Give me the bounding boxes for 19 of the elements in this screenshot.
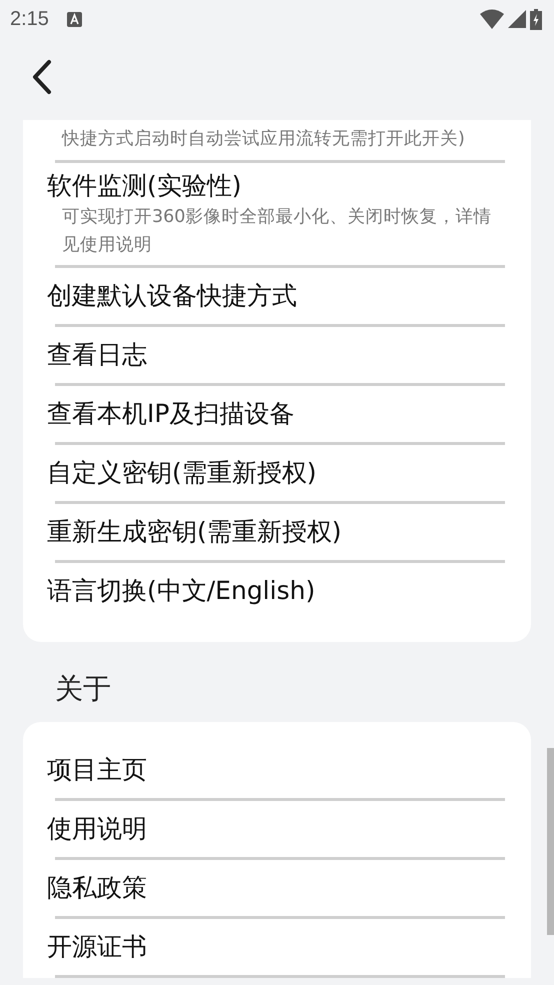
battery-icon	[530, 8, 542, 30]
settings-item[interactable]: 创建默认设备快捷方式	[47, 279, 531, 313]
settings-item[interactable]: 查看日志	[47, 338, 531, 372]
settings-item[interactable]: 重新生成密钥(需重新授权)	[47, 515, 531, 549]
status-time: 2:15	[10, 8, 49, 30]
keyboard-notification-icon	[66, 12, 82, 26]
section-header: 关于	[54, 671, 112, 707]
settings-item[interactable]: 项目主页	[47, 753, 531, 787]
wifi-icon	[480, 9, 504, 29]
settings-item[interactable]: 隐私政策	[47, 871, 531, 905]
item-description: 可实现打开360影像时全部最小化、关闭时恢复，详情见使用说明	[61, 206, 492, 257]
settings-item[interactable]: 自定义密钥(需重新授权)	[47, 456, 531, 490]
settings-item[interactable]: 软件监测(实验性)	[47, 169, 531, 203]
settings-item[interactable]: 查看本机IP及扫描设备	[47, 397, 531, 431]
settings-item[interactable]: 使用说明	[47, 812, 531, 846]
settings-item[interactable]: 开源证书	[47, 930, 531, 964]
settings-item[interactable]: 语言切换(中文/English)	[47, 574, 531, 608]
item-description: 快捷方式启动时自动尝试应用流转无需打开此开关)	[60, 128, 466, 150]
signal-icon	[508, 10, 526, 28]
